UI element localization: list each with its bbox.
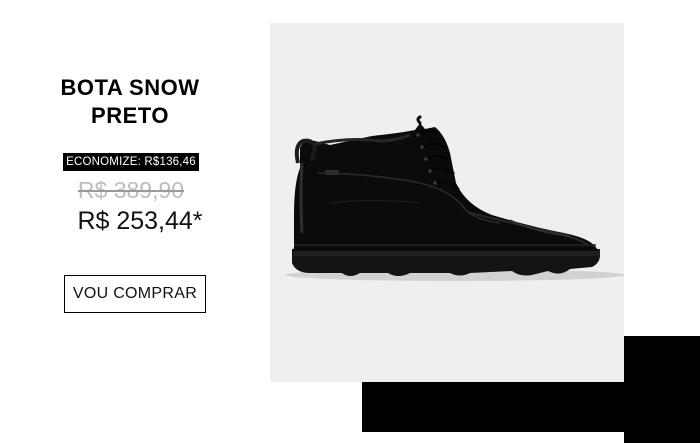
original-price: R$ 389,90 xyxy=(77,177,185,203)
product-title: BOTA SNOW PRETO xyxy=(30,74,230,130)
savings-badge: ECONOMIZE: R$136,46 xyxy=(63,153,199,171)
product-image-panel[interactable] xyxy=(270,23,624,382)
product-title-line1: BOTA SNOW xyxy=(60,75,200,100)
boot-product-image xyxy=(285,115,624,281)
product-title-line2: PRETO xyxy=(91,103,169,128)
decorative-black-block-bottom xyxy=(362,382,700,432)
sale-price: R$ 253,44* xyxy=(77,207,203,235)
buy-now-button[interactable]: VOU COMPRAR xyxy=(64,275,206,313)
